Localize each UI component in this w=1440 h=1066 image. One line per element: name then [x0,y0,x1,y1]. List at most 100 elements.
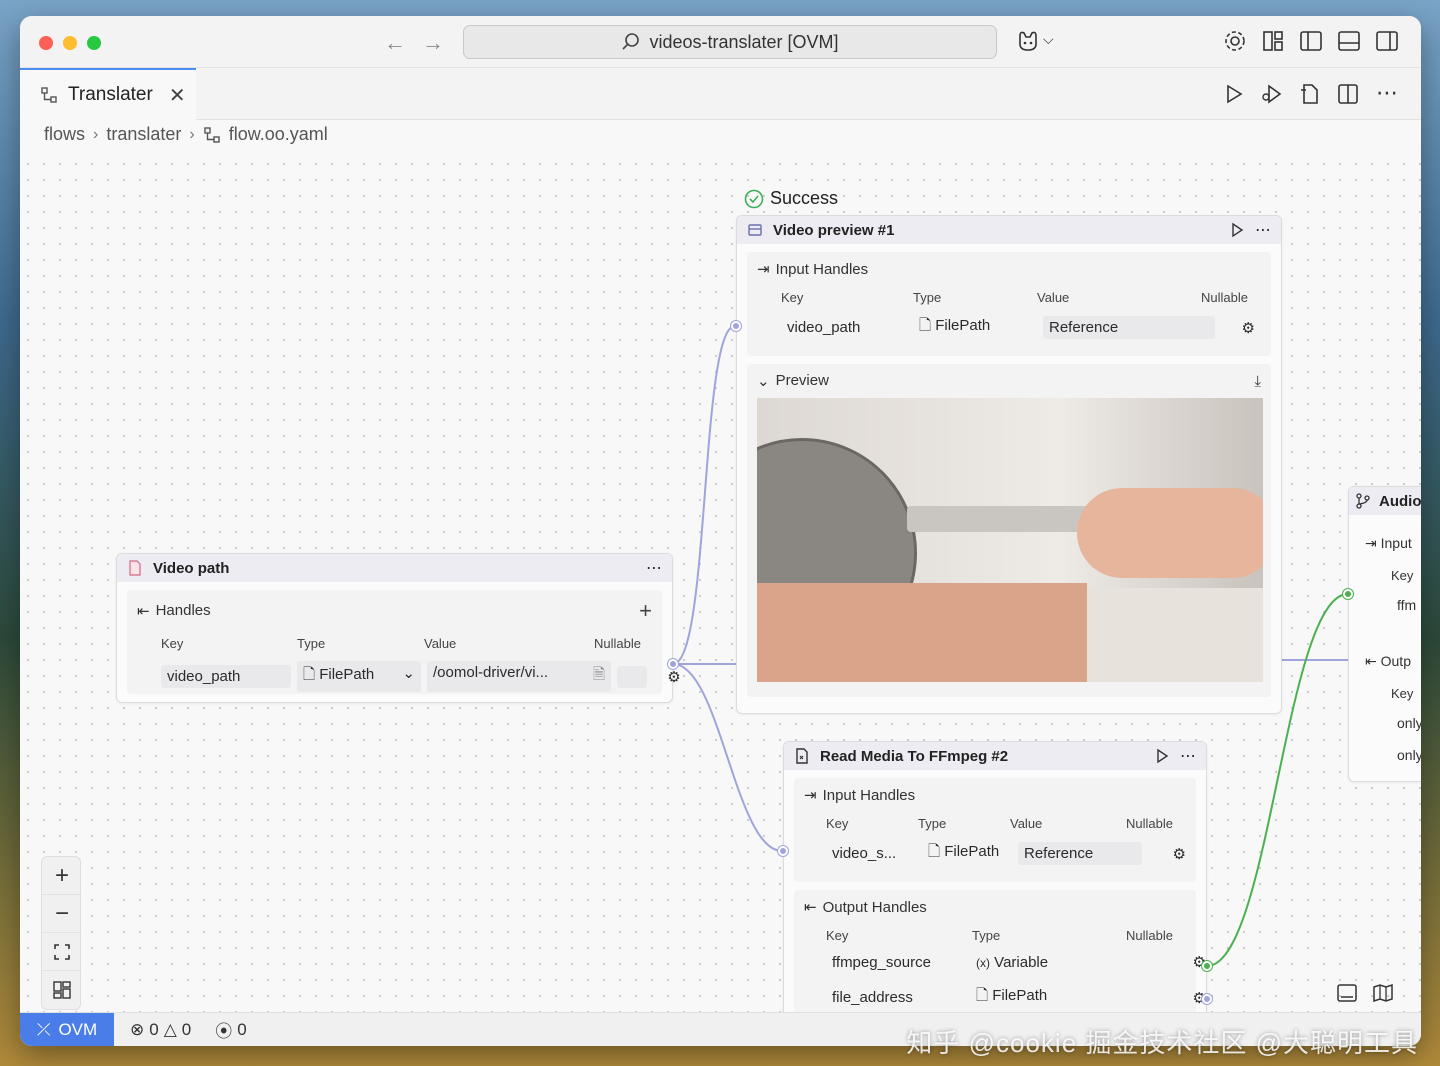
file-icon: 🗋 [928,843,941,860]
maximize-window-button[interactable] [87,36,101,50]
handle-settings-icon[interactable]: ⚙ [1166,953,1206,971]
zoom-in-button[interactable]: + [42,857,82,895]
success-check-icon [744,189,764,208]
download-icon[interactable]: ⤓ [1254,373,1261,390]
toggle-sidebar-right-icon[interactable] [1374,28,1400,54]
app-window: ← → videos-translater [OVM] ⌵ Translater… [20,16,1421,1046]
remote-indicator[interactable]: ⤫ OVM [20,1012,114,1046]
video-preview-image[interactable] [757,398,1263,682]
handle-row: video_s... 🗋 FilePath Reference ⚙ [804,841,1186,866]
columns-header: Key Type Nullable [804,928,1186,943]
nullable-checkbox[interactable] [617,665,647,688]
output-handle-dot[interactable] [1202,961,1212,971]
open-file-icon[interactable] [1298,82,1322,106]
node-menu-icon[interactable]: ⋯ [1180,746,1196,766]
chevron-down-icon: ⌄ [402,665,415,682]
handle-key: video_path [787,319,861,336]
file-icon: 🗋 [303,666,316,683]
handle-key-input[interactable]: video_path [161,665,291,688]
chevron-down-icon[interactable]: ⌵ [1043,31,1054,48]
handle-settings-icon[interactable]: ⚙ [1215,319,1255,337]
columns-header: Key Type Value Nullable [137,636,652,651]
node-menu-icon[interactable]: ⋯ [646,558,662,578]
handle-settings-icon[interactable]: ⚙ [653,668,695,686]
output-key: file_address [832,989,913,1006]
split-editor-icon[interactable] [1336,82,1360,106]
debug-run-icon[interactable] [1260,82,1284,106]
handle-type: 🗋 FilePath [919,315,1043,340]
gear-icon[interactable] [1222,28,1248,54]
node-menu-icon[interactable]: ⋯ [1255,220,1271,240]
col-nullable: Nullable [1126,816,1173,831]
toggle-panel-icon[interactable] [1336,28,1362,54]
forward-arrow-icon[interactable]: → [422,30,444,56]
auto-layout-button[interactable] [42,971,82,1009]
search-icon [622,33,640,50]
handle-value-input[interactable]: /oomol-driver/vi... 🗎 [427,661,611,692]
fit-view-icon [54,943,70,960]
node-header[interactable]: Video path ⋯ [117,554,672,582]
run-icon[interactable] [1222,82,1246,106]
node-video-path[interactable]: Video path ⋯ ⇤ Handles + Key Type Value N… [116,553,681,703]
node-header[interactable]: Read Media To FFmpeg #2 ⋯ [784,742,1206,770]
col-type: Type [913,290,942,305]
breadcrumb-file[interactable]: flow.oo.yaml [229,124,328,145]
close-tab-icon[interactable]: ✕ [169,83,186,108]
browse-file-icon[interactable]: 🗎 [593,664,605,689]
node-video-preview[interactable]: Video preview #1 ⋯ ⇥ Input Handles Key Ty… [731,215,1282,714]
col-type: Type [918,816,947,831]
section-title: Output Handles [822,898,927,916]
output-type: (x) Variable [976,954,1166,971]
handle-settings-icon[interactable]: ⚙ [1146,845,1186,863]
panel-toggle-icon[interactable] [1336,982,1358,1004]
back-arrow-icon[interactable]: ← [384,30,406,56]
zoom-out-button[interactable]: − [42,895,82,933]
input-handle-dot[interactable] [778,846,788,856]
section-title: Preview [775,372,829,389]
breadcrumb-translater[interactable]: translater [106,124,181,145]
run-node-icon[interactable] [1154,748,1170,764]
remote-label: OVM [58,1019,98,1039]
fit-view-button[interactable] [42,933,82,971]
minimap-icon[interactable] [1372,982,1394,1004]
handle-settings-icon[interactable]: ⚙ [1166,989,1206,1007]
output-handle-dot[interactable] [1202,994,1212,1004]
ports-indicator[interactable]: ⦿ 0 [215,1017,246,1042]
node-header[interactable]: Video preview #1 ⋯ [737,216,1281,244]
tab-translater[interactable]: Translater ✕ [20,68,196,120]
node-read-media[interactable]: Read Media To FFmpeg #2 ⋯ ⇥ Input Handles… [778,741,1212,1046]
node-header[interactable]: Audio [1349,487,1421,515]
problems-indicator[interactable]: ⊗ 0 △ 0 [130,1020,191,1040]
close-window-button[interactable] [39,36,53,50]
input-handle-dot[interactable] [1343,589,1353,599]
minimize-window-button[interactable] [63,36,77,50]
remote-icon: ⤫ [36,1019,51,1039]
copilot-icon[interactable] [1015,28,1041,54]
file-value-icon [129,560,141,576]
zoom-controls: + − [41,856,82,1010]
input-handle-dot[interactable] [731,321,741,331]
section-title: Input Handles [775,260,869,278]
handle-type-select[interactable]: 🗋 FilePath ⌄ [297,661,421,692]
error-icon: ⊗ [130,1019,145,1039]
col-value: Value [1037,290,1070,305]
node-audio[interactable]: Audio ⇥ Input Key ffm ⇤ Outp Key only on… [1343,486,1421,782]
handle-value[interactable]: Reference [1043,316,1215,339]
chevron-down-icon[interactable]: ⌄ [757,372,770,390]
command-search-box[interactable]: videos-translater [OVM] [463,25,997,59]
toggle-sidebar-left-icon[interactable] [1298,28,1324,54]
output-handle-dot[interactable] [668,659,678,669]
add-handle-icon[interactable]: + [639,598,652,624]
output-type-text: FilePath [992,987,1048,1004]
layout-icon[interactable] [1260,28,1286,54]
handle-value[interactable]: Reference [1018,842,1142,865]
audio-output-section: ⇤ Outp Key only only [1349,613,1421,763]
preview-section: ⌄ Preview ⤓ [747,364,1271,697]
more-actions-icon[interactable]: ⋯ [1376,80,1398,106]
run-node-icon[interactable] [1229,222,1245,238]
breadcrumb-flows[interactable]: flows [44,124,85,145]
output-key: ffmpeg_source [832,953,931,971]
flow-canvas[interactable]: Success Video preview #1 ⋯ ⇥ Input Handle… [20,156,1421,1046]
section-title: Input Handles [822,786,916,804]
branch-icon [1356,493,1370,509]
